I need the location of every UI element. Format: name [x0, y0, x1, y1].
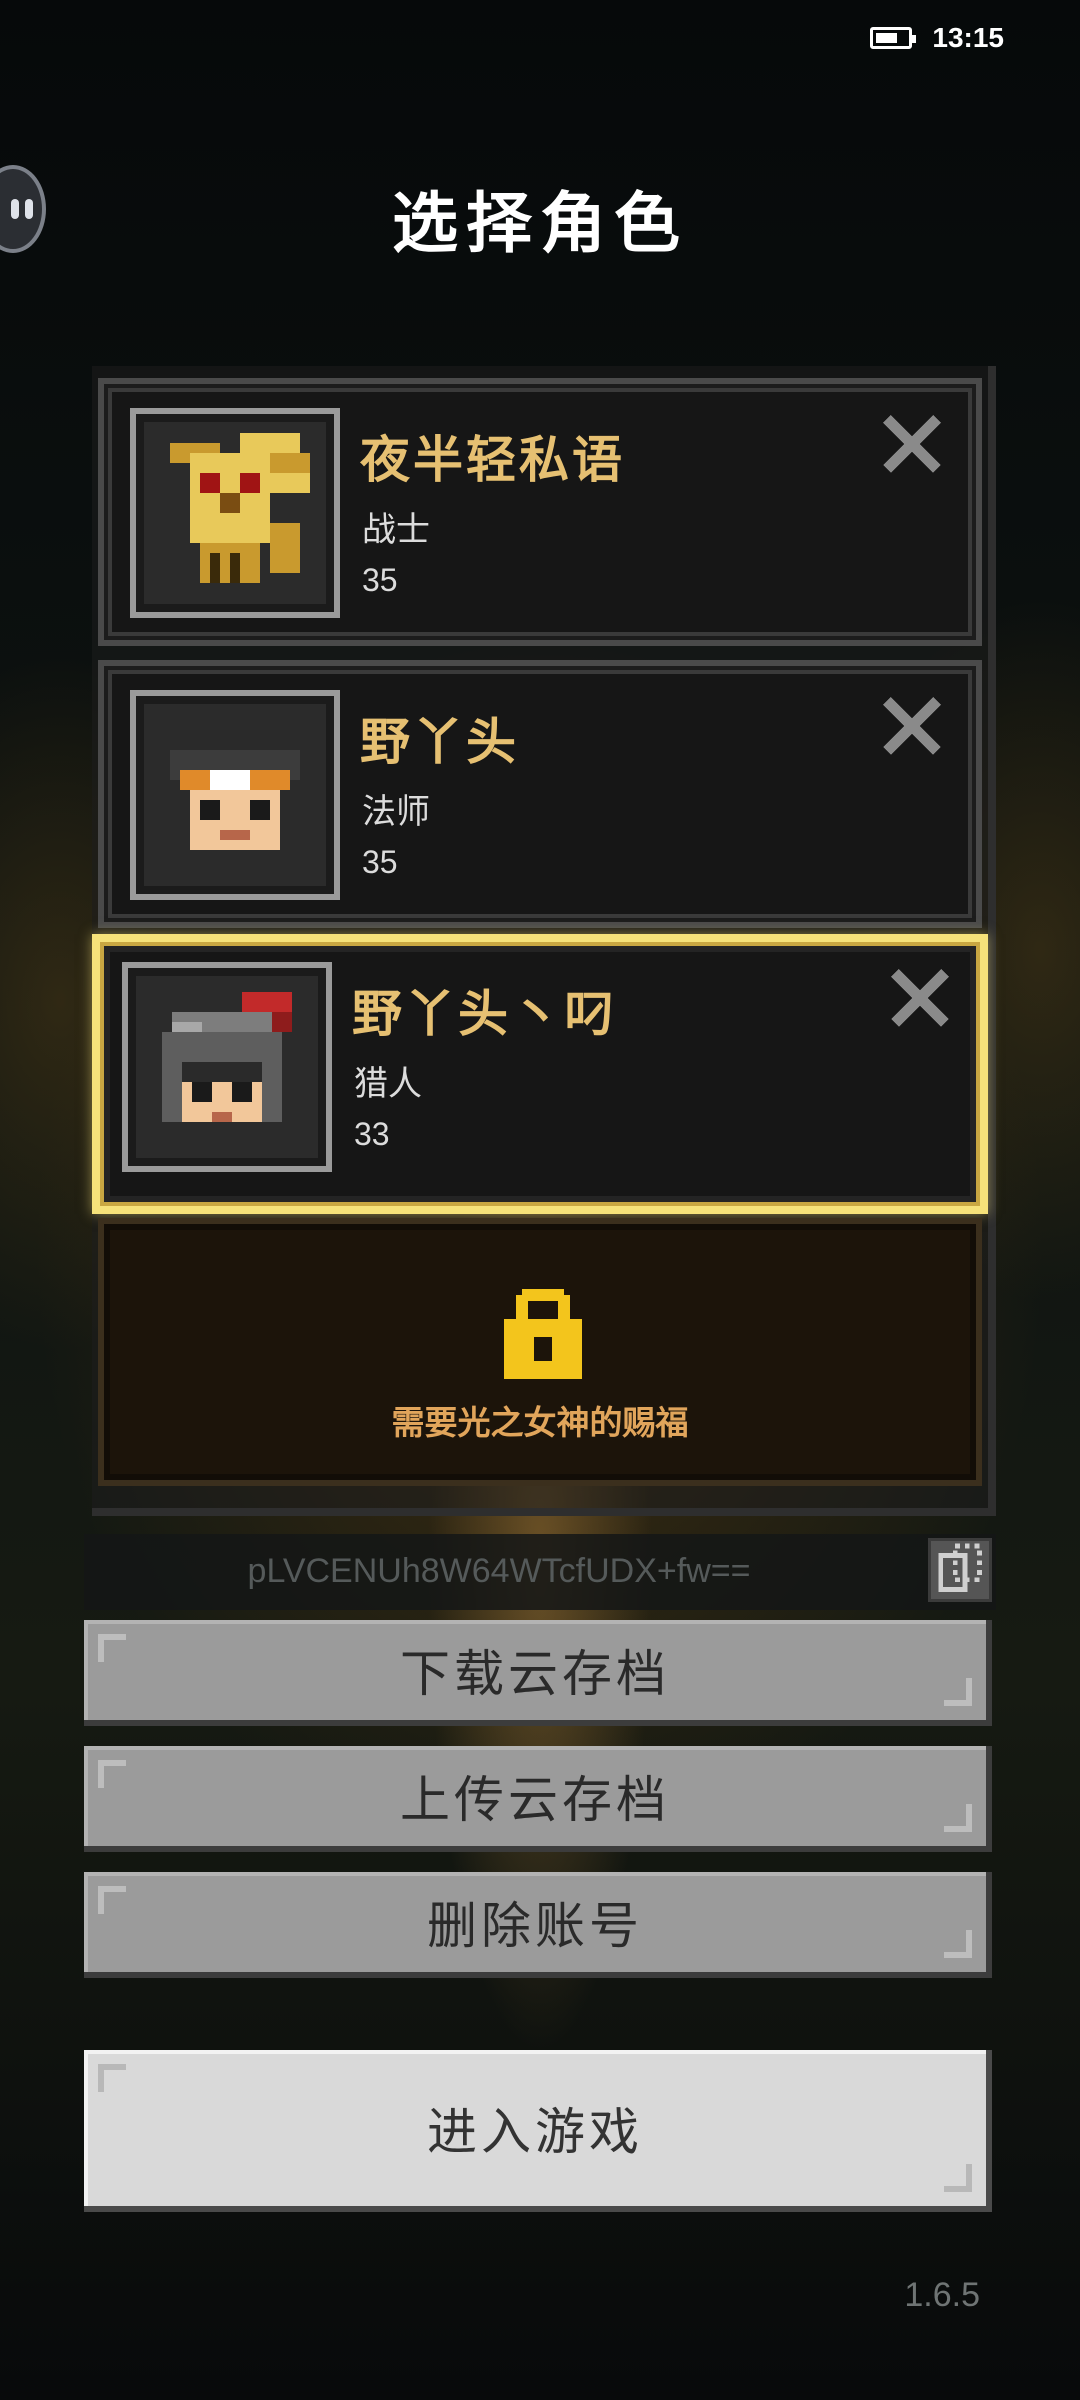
enter-game-label: 进入游戏	[427, 2103, 643, 2161]
character-name: 夜半轻私语	[360, 431, 625, 489]
character-name: 野丫头	[360, 713, 519, 771]
copy-account-button[interactable]	[928, 1538, 992, 1602]
delete-account-button[interactable]: 删除账号	[84, 1872, 992, 1978]
character-class: 猎人	[354, 1064, 422, 1104]
delete-character-close-icon[interactable]	[882, 414, 942, 474]
character-level: 35	[362, 562, 398, 598]
account-id-field: pLVCENUh8W64WTcfUDX+fw==	[84, 1534, 996, 1610]
enter-game-button[interactable]: 进入游戏	[84, 2050, 992, 2212]
version-label: 1.6.5	[904, 2276, 980, 2314]
mage-portrait-icon	[170, 730, 300, 850]
character-level: 33	[354, 1116, 390, 1152]
character-card-selected[interactable]: 野丫头丶叼 猎人 33	[92, 934, 988, 1214]
character-avatar	[130, 690, 340, 900]
upload-cloud-save-button[interactable]: 上传云存档	[84, 1746, 992, 1852]
delete-character-close-icon[interactable]	[882, 696, 942, 756]
character-avatar	[122, 962, 332, 1172]
golden-skull-helmet-icon	[170, 433, 310, 583]
page-title: 选择角色	[392, 185, 688, 262]
lock-icon	[504, 1289, 582, 1379]
status-bar: 13:15	[870, 22, 1004, 54]
status-time: 13:15	[932, 22, 1004, 53]
character-level: 35	[362, 844, 398, 880]
character-class: 法师	[362, 792, 430, 832]
character-avatar	[130, 408, 340, 618]
locked-character-slot[interactable]: 需要光之女神的赐福	[98, 1218, 982, 1486]
character-name: 野丫头丶叼	[352, 985, 617, 1043]
character-card[interactable]: 野丫头 法师 35	[98, 660, 982, 928]
download-cloud-save-label: 下载云存档	[400, 1645, 670, 1703]
character-class: 战士	[362, 510, 430, 550]
download-cloud-save-button[interactable]: 下载云存档	[84, 1620, 992, 1726]
hunter-helmet-portrait-icon	[162, 992, 292, 1122]
delete-character-close-icon[interactable]	[890, 968, 950, 1028]
account-id-text: pLVCENUh8W64WTcfUDX+fw==	[247, 1552, 751, 1590]
character-card[interactable]: 夜半轻私语 战士 35	[98, 378, 982, 646]
battery-icon	[870, 27, 917, 49]
copy-icon	[938, 1543, 982, 1592]
locked-slot-message: 需要光之女神的赐福	[391, 1403, 689, 1442]
delete-account-label: 删除账号	[427, 1897, 643, 1955]
upload-cloud-save-label: 上传云存档	[400, 1771, 670, 1829]
